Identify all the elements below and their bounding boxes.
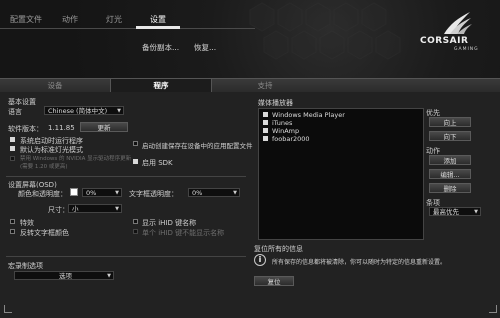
chevron-down-icon: ▼ — [115, 190, 119, 196]
invert-color-checkbox[interactable] — [10, 229, 15, 234]
top-nav: 配置文件 动作 灯光 设置 — [0, 14, 260, 28]
delete-button[interactable]: 删除 — [429, 183, 471, 193]
version-label: 软件版本： — [8, 125, 43, 133]
auto-profile-label: 启动创建保存在设备中的应用配置文件 — [142, 142, 253, 150]
chevron-down-icon: ▼ — [107, 273, 111, 279]
corner-marker — [489, 305, 497, 313]
nav-lighting[interactable]: 灯光 — [106, 14, 122, 25]
language-label: 语言 — [8, 108, 22, 116]
size-select[interactable]: 小 ▼ — [68, 204, 122, 213]
chevron-down-icon: ▼ — [233, 190, 237, 196]
add-button[interactable]: 添加 — [429, 155, 471, 165]
reset-heading: 复位所有的信息 — [254, 245, 303, 253]
version-value: 1.11.85 — [48, 124, 75, 132]
chevron-down-icon: ▼ — [115, 206, 119, 212]
media-player-list[interactable]: Windows Media Player iTunes WinAmp fooba… — [258, 108, 424, 240]
nav-divider — [0, 28, 255, 29]
edit-button[interactable]: 编辑... — [429, 169, 471, 179]
invert-color-label: 反转文字框颜色 — [20, 229, 69, 237]
effects-label: 特效 — [20, 219, 34, 227]
brand-sub: GAMING — [454, 47, 479, 52]
player-checkbox[interactable] — [263, 120, 268, 125]
default-lighting-label: 默认为标准灯光模式 — [20, 146, 83, 154]
corsair-sails-icon — [444, 12, 472, 34]
disable-driver-checkbox[interactable] — [10, 156, 15, 161]
order-select[interactable]: 最高优先 ▼ — [429, 207, 481, 216]
list-item[interactable]: WinAmp — [272, 127, 299, 135]
default-lighting-checkbox[interactable] — [10, 146, 15, 151]
nav-active-indicator — [136, 26, 180, 29]
basic-settings-heading: 基本设置 — [8, 98, 36, 106]
size-value: 小 — [72, 205, 79, 213]
macro-value: 选项 — [59, 272, 72, 280]
chevron-down-icon: ▼ — [117, 108, 121, 114]
brand-name: CORSAIR — [420, 36, 469, 46]
corsair-logo: CORSAIR GAMING — [400, 10, 490, 56]
move-up-button[interactable]: 向上 — [429, 117, 471, 127]
show-key-name-label: 显示 iHID 键名称 — [142, 219, 197, 227]
language-value: Chinese (简体中文) — [48, 107, 108, 115]
tab-support[interactable]: 支持 — [210, 79, 320, 93]
update-button[interactable]: 更新 — [80, 122, 128, 132]
single-key-label: 单个 iHID 键不能显示名称 — [142, 229, 225, 237]
hexagon-pattern — [249, 2, 401, 60]
list-item[interactable]: iTunes — [272, 119, 292, 127]
nav-profiles[interactable]: 配置文件 — [10, 14, 42, 25]
disable-driver-label: 禁用 Windows 的 NVIDIA 显示驱动程序更新(需要 1.20 或更高… — [20, 156, 132, 170]
order-value: 最高优先 — [433, 208, 459, 216]
player-checkbox[interactable] — [263, 136, 268, 141]
restore-link[interactable]: 恢复... — [194, 42, 216, 53]
bg-opacity-value: 0% — [86, 189, 97, 197]
move-down-button[interactable]: 向下 — [429, 131, 471, 141]
show-key-name-checkbox[interactable] — [133, 219, 138, 224]
language-select[interactable]: Chinese (简体中文) ▼ — [44, 106, 124, 115]
startup-checkbox[interactable] — [10, 137, 15, 142]
player-checkbox[interactable] — [263, 112, 268, 117]
info-icon: i — [254, 254, 266, 266]
list-item[interactable]: foobar2000 — [272, 135, 310, 143]
list-item[interactable]: Windows Media Player — [272, 111, 345, 119]
nav-settings[interactable]: 设置 — [150, 14, 166, 25]
backup-link[interactable]: 备份副本... — [142, 42, 179, 53]
size-label: 尺寸： — [48, 206, 69, 214]
macro-heading: 宏录制选项 — [8, 262, 43, 270]
color-swatch[interactable] — [70, 188, 78, 196]
reset-button[interactable]: 复位 — [254, 276, 294, 286]
nav-actions[interactable]: 动作 — [62, 14, 78, 25]
enable-sdk-checkbox[interactable] — [133, 159, 138, 164]
enable-sdk-label: 启用 SDK — [142, 159, 173, 167]
chevron-down-icon: ▼ — [474, 209, 478, 215]
tab-program[interactable]: 程序 — [110, 79, 212, 93]
effects-checkbox[interactable] — [10, 219, 15, 224]
text-opacity-label: 文字框透明度： — [129, 190, 178, 198]
divider — [6, 176, 246, 177]
text-opacity-value: 0% — [192, 189, 203, 197]
text-opacity-select[interactable]: 0% ▼ — [188, 188, 240, 197]
reset-description: 所有保存的信息都将被清除，你可以随时为特定的信息重新设置。 — [272, 259, 447, 266]
player-checkbox[interactable] — [263, 128, 268, 133]
media-player-heading: 媒体播放器 — [258, 99, 293, 107]
single-key-checkbox[interactable] — [133, 229, 138, 234]
auto-profile-checkbox[interactable] — [133, 141, 138, 146]
divider — [6, 256, 246, 257]
tab-bar: 设备 程序 支持 — [0, 78, 500, 93]
tab-devices[interactable]: 设备 — [0, 79, 110, 93]
corner-marker — [4, 305, 12, 313]
bg-opacity-label: 颜色和透明度： — [18, 190, 67, 198]
bg-opacity-select[interactable]: 0% ▼ — [82, 188, 122, 197]
macro-select[interactable]: 选项 ▼ — [14, 271, 114, 280]
